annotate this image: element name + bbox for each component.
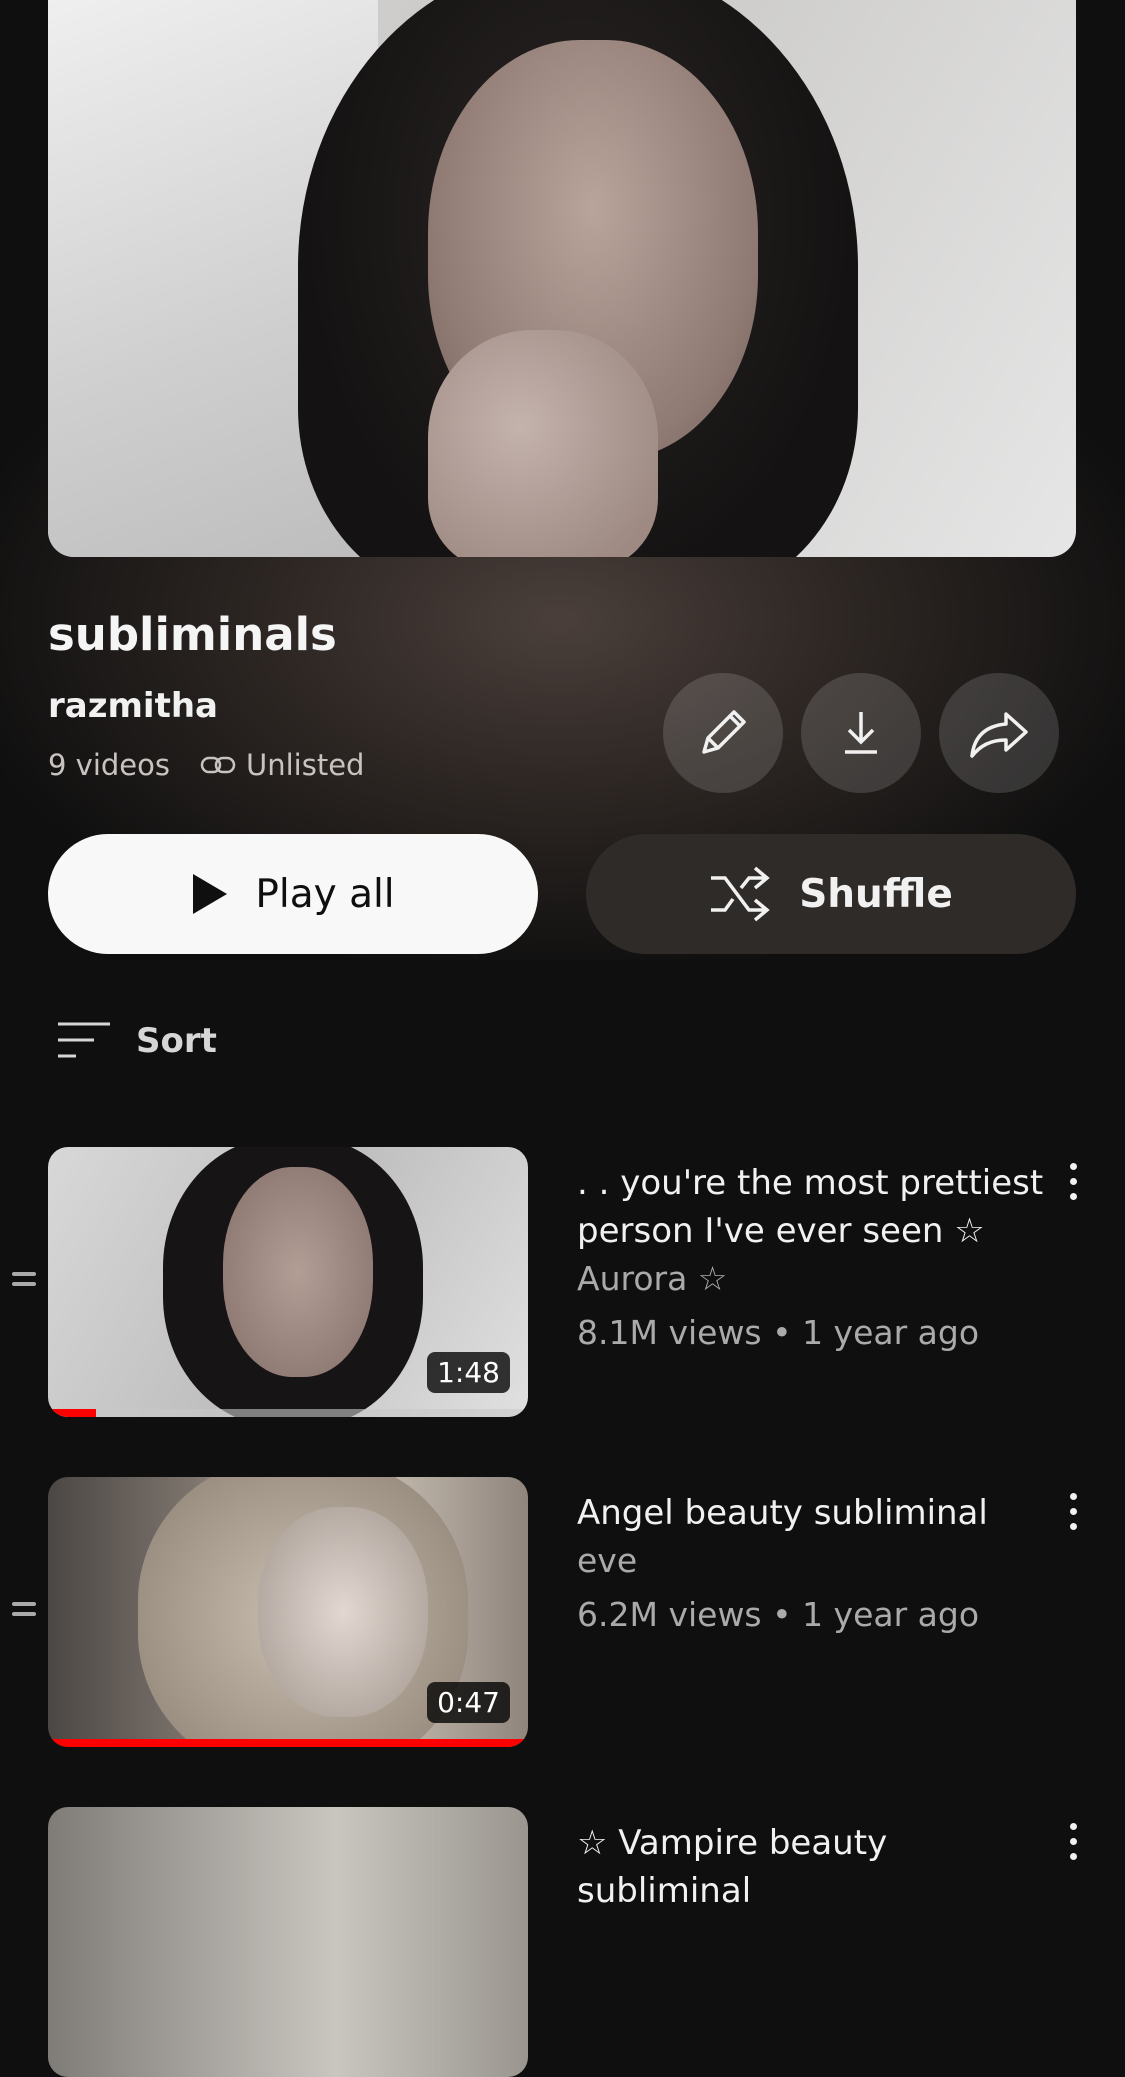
- shuffle-label: Shuffle: [799, 871, 953, 917]
- playlist-title: subliminals: [48, 608, 337, 661]
- video-thumbnail[interactable]: 0:47: [48, 1477, 528, 1747]
- shuffle-icon: [711, 866, 770, 922]
- download-icon: [845, 712, 877, 754]
- cover-hand: [428, 330, 658, 557]
- video-thumbnail[interactable]: 1:48: [48, 1147, 528, 1417]
- video-title[interactable]: ☆ Vampire beauty subliminal: [577, 1819, 1047, 1915]
- pencil-icon: [702, 710, 746, 754]
- play-icon: [193, 874, 228, 914]
- more-vert-icon[interactable]: [1066, 1823, 1080, 1863]
- sort-button[interactable]: Sort: [56, 1020, 217, 1062]
- video-list-item[interactable]: ☆ Vampire beauty subliminal: [0, 1807, 1125, 2077]
- share-icon: [970, 712, 1028, 758]
- edit-button[interactable]: [663, 673, 783, 793]
- sort-label: Sort: [136, 1021, 217, 1061]
- share-button[interactable]: [939, 673, 1059, 793]
- playlist-meta: 9 videos Unlisted: [48, 748, 364, 782]
- play-all-button[interactable]: Play all: [48, 834, 538, 954]
- video-count: 9 videos: [48, 748, 170, 782]
- sort-icon: [58, 1022, 110, 1058]
- visibility-label: Unlisted: [246, 748, 365, 782]
- watch-progress-bar: [48, 1409, 528, 1417]
- watch-progress-bar: [48, 1739, 528, 1747]
- play-all-label: Play all: [255, 871, 395, 917]
- link-icon: [200, 756, 236, 774]
- drag-handle-icon[interactable]: [12, 1602, 36, 1618]
- video-title[interactable]: Angel beauty subliminal: [577, 1489, 1047, 1537]
- video-list-item[interactable]: 1:48 . . you're the most prettiest perso…: [0, 1147, 1125, 1427]
- playlist-cover-image[interactable]: [48, 0, 1076, 557]
- video-channel: eve: [577, 1541, 638, 1580]
- video-list-item[interactable]: 0:47 Angel beauty subliminal eve 6.2M vi…: [0, 1477, 1125, 1757]
- video-title[interactable]: . . you're the most prettiest person I'v…: [577, 1159, 1047, 1255]
- video-info: . . you're the most prettiest person I'v…: [577, 1159, 1047, 1357]
- more-vert-icon[interactable]: [1066, 1493, 1080, 1533]
- shuffle-button[interactable]: Shuffle: [586, 834, 1076, 954]
- drag-handle-icon[interactable]: [12, 1272, 36, 1288]
- video-info: Angel beauty subliminal eve 6.2M views •…: [577, 1489, 1047, 1639]
- video-duration: 1:48: [427, 1352, 510, 1393]
- playlist-owner[interactable]: razmitha: [48, 686, 218, 726]
- video-stats: 6.2M views • 1 year ago: [577, 1595, 980, 1634]
- more-vert-icon[interactable]: [1066, 1163, 1080, 1203]
- video-info: ☆ Vampire beauty subliminal: [577, 1819, 1047, 1915]
- download-button[interactable]: [801, 673, 921, 793]
- video-channel: Aurora ☆: [577, 1259, 728, 1298]
- video-duration: 0:47: [427, 1682, 510, 1723]
- video-thumbnail[interactable]: [48, 1807, 528, 2077]
- visibility-indicator: Unlisted: [200, 748, 364, 782]
- video-stats: 8.1M views • 1 year ago: [577, 1313, 980, 1352]
